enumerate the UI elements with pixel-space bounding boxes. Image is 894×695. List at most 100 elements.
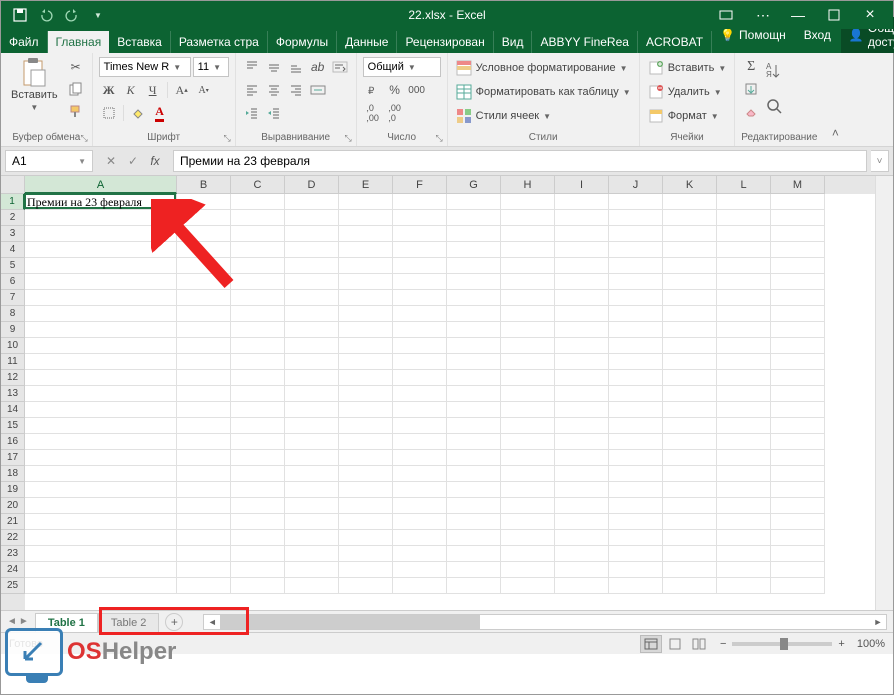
cell[interactable] [501,466,555,482]
cell[interactable] [447,322,501,338]
sheet-tab-2[interactable]: Table 2 [98,613,159,632]
cell[interactable] [285,274,339,290]
cell[interactable] [555,498,609,514]
cell[interactable] [447,466,501,482]
cell[interactable] [177,290,231,306]
cell-styles-button[interactable]: Стили ячеек▼ [454,105,633,127]
cancel-formula-icon[interactable]: ✕ [101,151,121,171]
cell[interactable] [663,546,717,562]
cell[interactable] [25,242,177,258]
cell[interactable] [393,322,447,338]
cell[interactable] [25,402,177,418]
cell[interactable] [717,450,771,466]
cell[interactable] [177,386,231,402]
cell[interactable] [177,498,231,514]
cell[interactable] [771,546,825,562]
cell[interactable] [231,450,285,466]
column-header[interactable]: E [339,176,393,194]
cell[interactable] [285,322,339,338]
cell[interactable] [717,338,771,354]
cell[interactable] [177,514,231,530]
cell[interactable] [771,466,825,482]
cell[interactable] [501,578,555,594]
font-color-icon[interactable]: A [150,103,170,123]
cell[interactable] [339,530,393,546]
page-break-view-icon[interactable] [688,635,710,653]
page-layout-view-icon[interactable] [664,635,686,653]
cell[interactable] [25,306,177,322]
cell[interactable] [609,482,663,498]
cell[interactable] [555,226,609,242]
cell[interactable] [609,210,663,226]
cell[interactable] [501,434,555,450]
cell[interactable] [771,578,825,594]
cell[interactable] [393,306,447,322]
cell[interactable] [393,274,447,290]
cell[interactable] [555,338,609,354]
cell[interactable] [393,418,447,434]
cell[interactable] [501,418,555,434]
cell[interactable] [177,418,231,434]
cell[interactable] [555,546,609,562]
cell[interactable] [339,498,393,514]
cell[interactable] [285,242,339,258]
cell[interactable] [393,290,447,306]
cell[interactable] [447,450,501,466]
row-header[interactable]: 23 [1,546,25,562]
cell[interactable] [393,466,447,482]
cell[interactable] [25,482,177,498]
cell[interactable] [609,194,663,210]
accounting-format-icon[interactable]: ₽ [363,80,383,100]
cell[interactable] [447,338,501,354]
normal-view-icon[interactable] [640,635,662,653]
cell[interactable] [609,258,663,274]
cell[interactable] [447,386,501,402]
cell[interactable] [177,354,231,370]
cell[interactable] [25,434,177,450]
cell[interactable] [25,370,177,386]
cell[interactable] [285,402,339,418]
cell[interactable] [339,578,393,594]
column-header[interactable]: F [393,176,447,194]
cell[interactable] [339,562,393,578]
cell[interactable] [25,450,177,466]
insert-function-icon[interactable]: fx [145,151,165,171]
column-header[interactable]: L [717,176,771,194]
cell[interactable] [393,530,447,546]
add-sheet-icon[interactable]: + [165,613,183,631]
italic-button[interactable]: К [121,80,141,100]
wrap-text-icon[interactable] [330,57,350,77]
sheet-tab-1[interactable]: Table 1 [35,613,98,632]
cell[interactable] [25,274,177,290]
hscroll-right-icon[interactable]: ► [870,617,886,627]
cell[interactable] [555,354,609,370]
column-header[interactable]: B [177,176,231,194]
cell[interactable] [177,322,231,338]
cell[interactable] [717,530,771,546]
row-header[interactable]: 4 [1,242,25,258]
cell[interactable] [717,370,771,386]
maximize-icon[interactable] [817,4,851,26]
autosum-icon[interactable]: Σ [741,57,761,77]
sheet-nav-next-icon[interactable]: ► [19,616,29,627]
redo-icon[interactable] [61,4,83,26]
cell[interactable] [285,354,339,370]
column-header[interactable]: J [609,176,663,194]
cell[interactable] [393,370,447,386]
border-icon[interactable] [99,103,119,123]
fill-icon[interactable] [741,79,761,99]
cell[interactable] [771,370,825,386]
cell[interactable] [609,530,663,546]
cell[interactable] [501,530,555,546]
cell[interactable] [501,450,555,466]
alignment-launcher-icon[interactable]: ⤡ [344,133,351,144]
cell[interactable] [285,546,339,562]
cell[interactable] [555,194,609,210]
cell[interactable] [663,562,717,578]
cell[interactable] [25,386,177,402]
cell[interactable] [285,258,339,274]
cell[interactable] [771,402,825,418]
cell[interactable] [501,498,555,514]
cell[interactable] [339,466,393,482]
cell[interactable] [25,498,177,514]
